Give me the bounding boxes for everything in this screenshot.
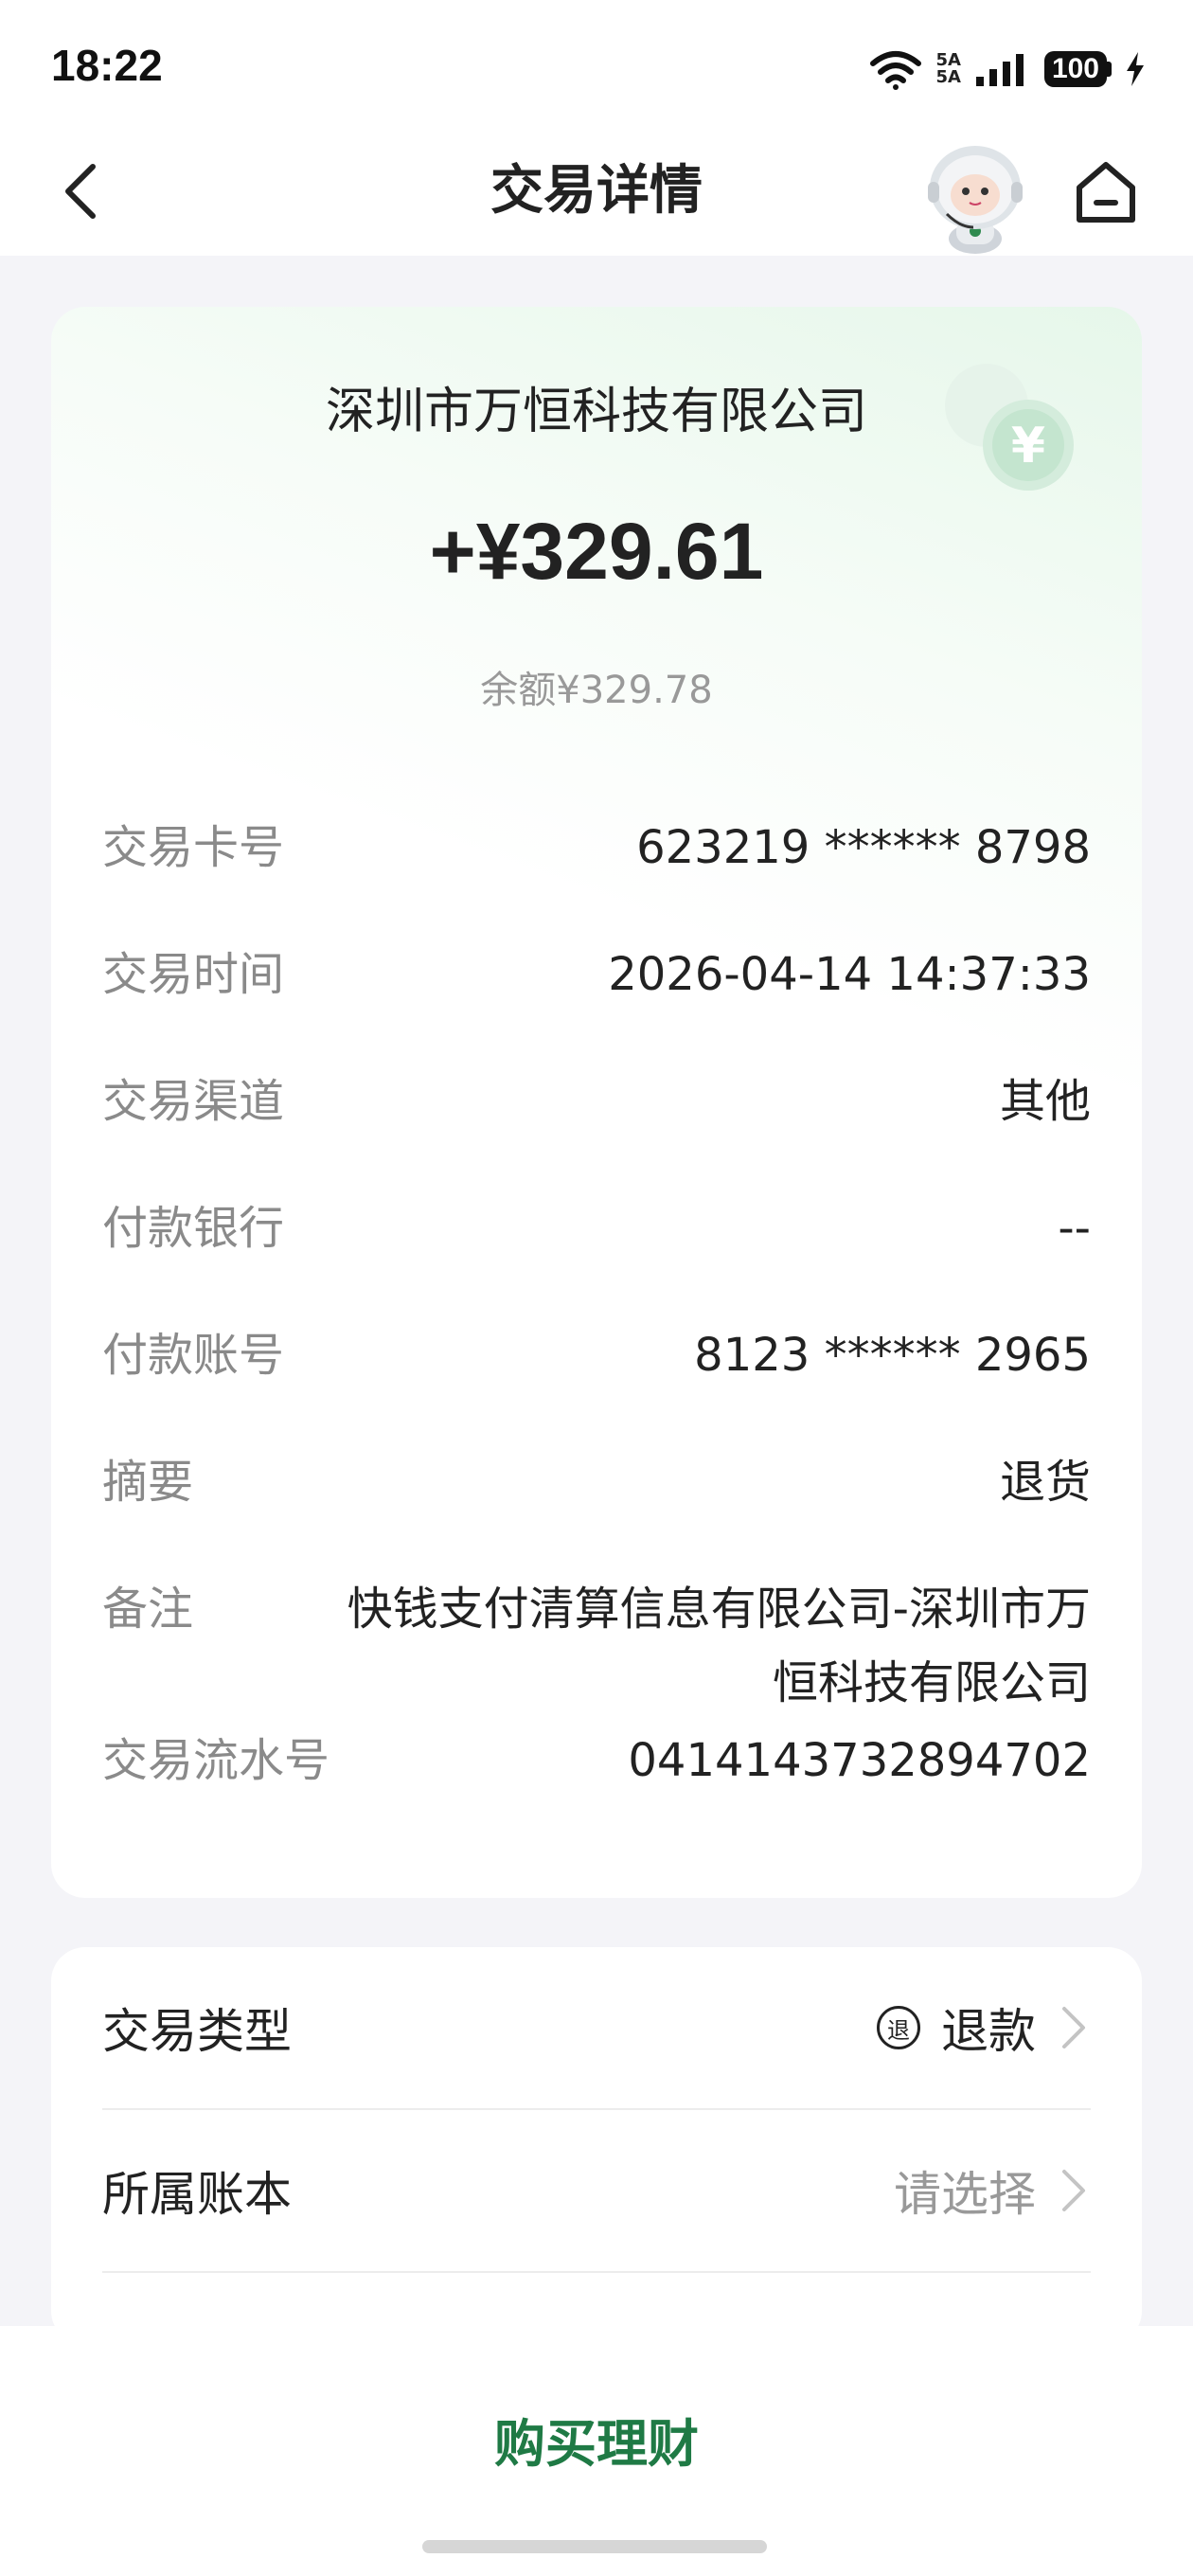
battery-indicator: 100 xyxy=(1043,51,1112,87)
balance-text: 余额¥329.78 xyxy=(480,669,713,712)
row-label: 交易卡号 xyxy=(102,821,285,874)
row-value: 8123 ****** 2965 xyxy=(694,1329,1091,1382)
signal-icon xyxy=(975,54,1024,86)
row-label: 付款账号 xyxy=(102,1329,285,1382)
row-remark: 备注 快钱支付清算信息有限公司-深圳市万恒科技有限公司 xyxy=(102,1572,1091,1720)
transaction-detail-card: ¥ 深圳市万恒科技有限公司 +¥329.61 余额¥329.78 交易卡号 62… xyxy=(51,307,1142,1898)
transaction-type-value: 退款 xyxy=(941,2004,1036,2059)
chevron-right-icon xyxy=(1062,2007,1085,2048)
merchant-name: 深圳市万恒科技有限公司 xyxy=(325,384,867,440)
row-payer-bank: 付款银行 -- xyxy=(102,1191,1091,1265)
row-card-number: 交易卡号 623219 ****** 8798 xyxy=(102,811,1091,885)
row-value: 退货 xyxy=(999,1456,1091,1509)
transaction-settings-card: 交易类型 退 退款 所属账本 请选择 xyxy=(51,1947,1142,2345)
row-value: 快钱支付清算信息有限公司-深圳市万恒科技有限公司 xyxy=(347,1583,1091,1709)
network-label: 5A 5A xyxy=(935,50,961,87)
row-serial-number: 交易流水号 0414143732894702 xyxy=(102,1724,1091,1798)
row-value: 623219 ****** 8798 xyxy=(636,821,1091,874)
row-transaction-time: 交易时间 2026-04-14 14:37:33 xyxy=(102,938,1091,1011)
status-icons: 5A 5A 100 xyxy=(869,47,1146,91)
home-button[interactable] xyxy=(1068,153,1144,229)
row-label: 付款银行 xyxy=(102,1202,285,1255)
row-label: 交易时间 xyxy=(102,948,285,1001)
row-label: 所属账本 xyxy=(102,2167,292,2222)
account-book-row[interactable]: 所属账本 请选择 xyxy=(102,2110,1091,2273)
row-label: 交易渠道 xyxy=(102,1075,285,1128)
app-header: 交易详情 xyxy=(0,133,1193,256)
row-value: 2026-04-14 14:37:33 xyxy=(608,948,1091,1001)
row-channel: 交易渠道 其他 xyxy=(102,1064,1091,1138)
account-book-value: 请选择 xyxy=(894,2167,1036,2222)
status-bar: 18:22 5A 5A 100 xyxy=(0,0,1193,133)
row-value: -- xyxy=(1058,1202,1091,1255)
row-value: 其他 xyxy=(999,1075,1091,1128)
charging-icon xyxy=(1127,52,1144,86)
refund-badge-icon: 退 xyxy=(877,2006,920,2049)
robot-assistant-button[interactable] xyxy=(918,133,1032,256)
row-summary: 摘要 退货 xyxy=(102,1445,1091,1519)
chevron-right-icon xyxy=(1062,2170,1085,2211)
row-label: 备注 xyxy=(102,1583,194,1636)
row-payer-account: 付款账号 8123 ****** 2965 xyxy=(102,1318,1091,1392)
row-label: 摘要 xyxy=(102,1456,194,1509)
status-time: 18:22 xyxy=(51,41,163,90)
buy-wealth-button[interactable]: 购买理财 xyxy=(0,2402,1193,2477)
transaction-type-row[interactable]: 交易类型 退 退款 xyxy=(102,1947,1091,2110)
wifi-icon xyxy=(870,51,922,90)
row-label: 交易流水号 xyxy=(102,1734,330,1787)
bottom-action-bar: 购买理财 xyxy=(0,2326,1193,2576)
row-value: 0414143732894702 xyxy=(628,1734,1091,1787)
home-icon xyxy=(1077,162,1135,223)
transaction-amount: +¥329.61 xyxy=(429,507,764,596)
robot-avatar-icon xyxy=(928,146,1023,254)
row-label: 交易类型 xyxy=(102,2004,292,2059)
home-indicator[interactable] xyxy=(422,2540,767,2553)
